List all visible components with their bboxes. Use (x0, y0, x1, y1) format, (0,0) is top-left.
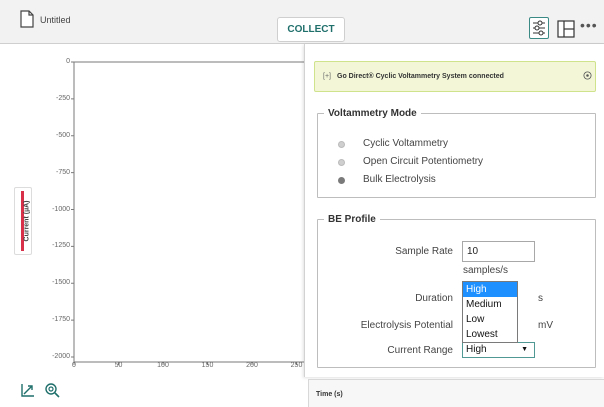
y-tick-label: -2000 (52, 353, 70, 360)
radio-label: Open Circuit Potentiometry (363, 156, 484, 167)
x-axis-tab[interactable] (308, 379, 604, 407)
autoscale-icon[interactable] (20, 382, 36, 398)
y-tick-label: 0 (66, 58, 70, 65)
duration-label: Duration (415, 293, 453, 304)
voltammetry-mode-group: Voltammetry Mode (317, 108, 596, 198)
file-icon (20, 10, 34, 28)
more-options-button[interactable]: ••• (580, 18, 600, 34)
sample-rate-input[interactable]: 10 (462, 241, 535, 262)
y-tick-label: -1750 (52, 316, 70, 324)
y-tick-label: -750 (55, 168, 70, 176)
x-tick-label: 100 (157, 362, 169, 369)
connection-banner: [+] Go Direct® Cyclic Voltammetry System… (314, 61, 596, 92)
dropdown-option-high[interactable]: High (463, 282, 517, 297)
be-profile-legend: BE Profile (328, 214, 376, 225)
info-icon[interactable] (583, 71, 592, 80)
sample-rate-unit: samples/s (463, 265, 509, 276)
current-range-select[interactable]: High ▼ (462, 342, 535, 358)
radio-button[interactable] (338, 159, 345, 166)
duration-unit: s (538, 293, 543, 304)
sample-rate-label: Sample Rate (395, 246, 453, 257)
y-tick-label: -1000 (52, 205, 70, 213)
y-tick-label: -500 (55, 131, 70, 139)
settings-sliders-button[interactable] (529, 17, 549, 39)
connection-status-text: Go Direct® Cyclic Voltammetry System con… (337, 73, 504, 80)
radio-label: Cyclic Voltammetry (363, 138, 449, 149)
x-tick-label: 250 (290, 362, 303, 369)
dropdown-option-medium[interactable]: Medium (463, 297, 517, 312)
radio-label: Bulk Electrolysis (363, 174, 436, 185)
current-range-label: Current Range (387, 345, 453, 356)
radio-button[interactable] (338, 177, 345, 184)
x-tick-label: 50 (114, 362, 123, 369)
be-profile-group: BE Profile (317, 214, 596, 368)
y-tick-label: -1250 (52, 242, 70, 250)
current-range-value: High (466, 344, 487, 355)
sliders-icon (533, 20, 545, 36)
y-tick-label: -1500 (52, 279, 70, 287)
expand-toggle[interactable]: [+] (323, 73, 331, 80)
zoom-icon[interactable] (44, 382, 60, 398)
collect-button[interactable]: COLLECT (277, 17, 345, 42)
layout-icon[interactable] (557, 20, 575, 38)
x-tick-label: 150 (201, 362, 214, 369)
file-title[interactable]: Untitled (40, 15, 71, 25)
chevron-down-icon: ▼ (521, 346, 528, 353)
x-axis-label[interactable]: Time (s) (316, 391, 343, 398)
x-tick-label: 0 (72, 362, 76, 369)
voltammetry-mode-legend: Voltammetry Mode (328, 108, 417, 119)
radio-button[interactable] (338, 141, 345, 148)
y-axis-label: Current (µA) (23, 200, 31, 242)
current-range-dropdown: High Medium Low Lowest (462, 281, 518, 343)
dropdown-option-lowest[interactable]: Lowest (463, 327, 517, 342)
electrolysis-potential-label: Electrolysis Potential (360, 320, 453, 331)
y-tick-label: -250 (55, 94, 70, 102)
dropdown-option-low[interactable]: Low (463, 312, 517, 327)
x-tick-label: 200 (246, 362, 258, 369)
electrolysis-potential-unit: mV (538, 320, 553, 331)
